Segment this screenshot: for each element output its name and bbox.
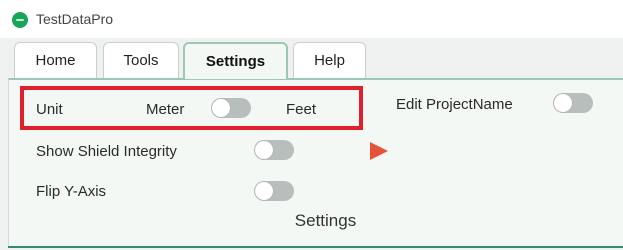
tab-settings-label: Settings bbox=[205, 53, 266, 70]
pointer-arrow-icon bbox=[370, 142, 388, 160]
settings-group-label-text: Settings bbox=[294, 211, 357, 230]
tab-home[interactable]: Home bbox=[14, 42, 97, 78]
tab-home-label: Home bbox=[35, 52, 76, 69]
tab-help-label: Help bbox=[314, 52, 345, 69]
flip-y-axis-label: Flip Y-Axis bbox=[36, 183, 107, 200]
app-logo-icon bbox=[12, 12, 28, 28]
edit-project-name-label: Edit ProjectName bbox=[396, 96, 513, 113]
title-bar: TestDataPro bbox=[0, 0, 623, 38]
app-window: TestDataPro Home Tools Settings Help Uni… bbox=[0, 0, 623, 250]
edit-project-name-toggle-knob bbox=[554, 94, 572, 112]
tab-tools[interactable]: Tools bbox=[103, 42, 179, 78]
settings-group-label: Settings bbox=[0, 211, 623, 231]
flip-y-axis-toggle[interactable] bbox=[254, 181, 294, 201]
panel-divider bbox=[8, 246, 623, 248]
edit-project-name-toggle[interactable] bbox=[553, 93, 593, 113]
tab-settings[interactable]: Settings bbox=[183, 42, 288, 79]
show-shield-integrity-toggle-knob bbox=[255, 141, 273, 159]
show-shield-integrity-toggle[interactable] bbox=[254, 140, 294, 160]
window-title: TestDataPro bbox=[36, 11, 114, 27]
tab-help[interactable]: Help bbox=[293, 42, 366, 78]
tab-tools-label: Tools bbox=[123, 52, 159, 69]
highlight-box bbox=[20, 86, 363, 130]
flip-y-axis-toggle-knob bbox=[255, 182, 273, 200]
show-shield-integrity-label: Show Shield Integrity bbox=[36, 143, 177, 160]
